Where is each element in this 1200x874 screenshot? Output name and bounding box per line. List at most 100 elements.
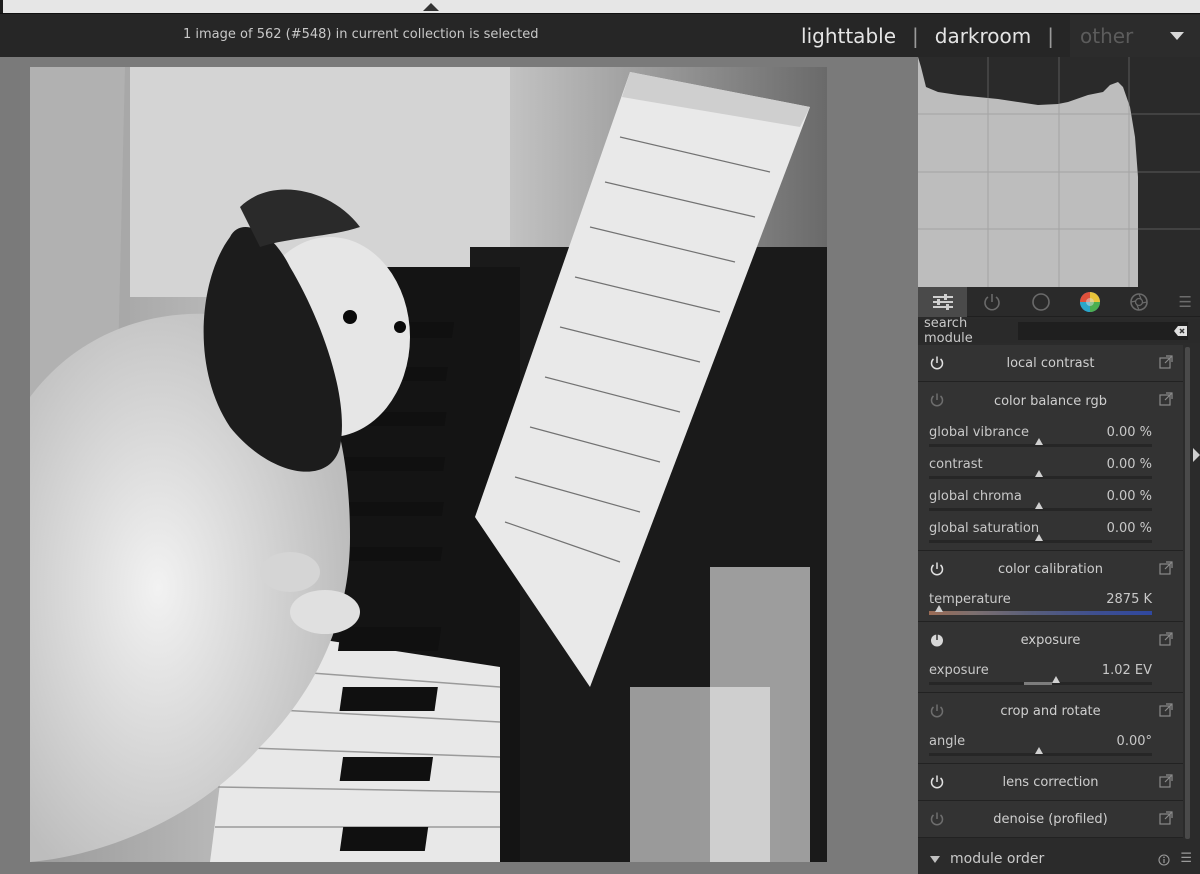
slider-global-saturation[interactable]: global saturation 0.00 %	[918, 516, 1183, 550]
module-search: search module	[918, 316, 1200, 346]
module-name: color balance rgb	[993, 393, 1108, 409]
tab-base-modules[interactable]	[1016, 287, 1065, 317]
slider-global-vibrance[interactable]: global vibrance 0.00 %	[918, 420, 1183, 452]
power-icon[interactable]	[929, 355, 945, 371]
slider-label: global vibrance	[929, 425, 1030, 440]
photo-dog-at-piano[interactable]	[30, 67, 827, 862]
histogram[interactable]	[918, 57, 1200, 287]
slider-value: 2875 K	[1106, 592, 1152, 607]
module-order-section[interactable]: module order ☰	[918, 844, 1200, 874]
right-panel: ☰ search module local contrast color bal…	[918, 57, 1200, 874]
tab-enabled-modules[interactable]	[967, 287, 1016, 317]
external-link-icon[interactable]	[1159, 811, 1173, 825]
slider-label: contrast	[929, 457, 983, 472]
module-header[interactable]: crop and rotate	[918, 693, 1183, 729]
slider-label: angle	[929, 734, 966, 749]
expand-triangle-icon	[930, 855, 940, 863]
sliders-icon	[932, 293, 953, 310]
slider-contrast[interactable]: contrast 0.00 %	[918, 452, 1183, 484]
search-input[interactable]	[1018, 322, 1188, 340]
power-icon[interactable]	[929, 561, 945, 577]
slider-fill	[1024, 682, 1052, 685]
temperature-gradient-track[interactable]	[929, 611, 1152, 615]
search-label: search module	[924, 316, 973, 346]
header-bar: 1 image of 562 (#548) in current collect…	[0, 13, 1200, 57]
collapse-top-panel-arrow-icon[interactable]	[423, 3, 439, 11]
module-name: local contrast	[1006, 355, 1095, 371]
module-name: denoise (profiled)	[993, 811, 1108, 827]
tab-active-modules[interactable]	[918, 286, 967, 317]
slider-label: global chroma	[929, 489, 1022, 504]
slider-global-chroma[interactable]: global chroma 0.00 %	[918, 484, 1183, 516]
external-link-icon[interactable]	[1159, 632, 1173, 646]
external-link-icon[interactable]	[1159, 774, 1173, 788]
power-icon[interactable]	[929, 811, 945, 827]
slider-value: 0.00 %	[1106, 521, 1152, 536]
module-order-label: module order	[950, 851, 1045, 867]
view-other-dropdown[interactable]: other	[1070, 15, 1200, 57]
module-name: exposure	[1020, 632, 1081, 648]
view-other-label: other	[1080, 24, 1134, 48]
chevron-down-icon	[1170, 32, 1184, 40]
slider-marker[interactable]	[1035, 438, 1043, 445]
module-color-calibration: color calibration temperature 2875 K	[918, 551, 1183, 622]
module-denoise-profiled: denoise (profiled)	[918, 801, 1183, 838]
module-name: crop and rotate	[1000, 703, 1101, 719]
slider-exposure[interactable]: exposure 1.02 EV	[918, 658, 1183, 692]
circle-icon	[1031, 292, 1050, 311]
power-icon[interactable]	[929, 774, 945, 790]
color-wheel-icon	[1079, 291, 1100, 312]
module-crop-and-rotate: crop and rotate angle 0.00°	[918, 693, 1183, 764]
module-color-balance-rgb: color balance rgb global vibrance 0.00 %…	[918, 382, 1183, 551]
slider-marker[interactable]	[1035, 470, 1043, 477]
view-darkroom[interactable]: darkroom	[935, 24, 1032, 48]
module-header[interactable]: denoise (profiled)	[918, 801, 1183, 837]
tab-effect-modules[interactable]	[1114, 287, 1163, 317]
slider-value: 0.00°	[1116, 734, 1152, 749]
power-icon	[983, 293, 1000, 310]
module-name: lens correction	[1002, 774, 1099, 790]
image-center-view[interactable]	[0, 57, 918, 874]
slider-value: 0.00 %	[1106, 425, 1152, 440]
view-separator: |	[1047, 24, 1054, 48]
photo-image	[30, 67, 827, 862]
slider-marker[interactable]	[1035, 502, 1043, 509]
external-link-icon[interactable]	[1159, 703, 1173, 717]
external-link-icon[interactable]	[1159, 355, 1173, 369]
module-header[interactable]: color calibration	[918, 551, 1183, 587]
aperture-icon	[1129, 292, 1148, 311]
power-icon[interactable]	[929, 392, 945, 408]
view-lighttable[interactable]: lighttable	[801, 24, 896, 48]
power-icon[interactable]	[929, 632, 945, 648]
hamburger-menu-icon[interactable]: ☰	[1180, 851, 1192, 866]
slider-value: 0.00 %	[1106, 457, 1152, 472]
slider-label: global saturation	[929, 521, 1040, 536]
module-list-scrollbar[interactable]	[1185, 347, 1190, 839]
clear-search-icon[interactable]	[1174, 325, 1188, 337]
hamburger-menu-icon[interactable]: ☰	[1179, 293, 1192, 311]
power-icon[interactable]	[929, 703, 945, 719]
slider-marker[interactable]	[1035, 747, 1043, 754]
view-separator: |	[912, 24, 919, 48]
strip-edge	[0, 0, 3, 13]
module-group-tabs: ☰	[918, 286, 1200, 317]
module-local-contrast: local contrast	[918, 345, 1183, 382]
module-header[interactable]: exposure	[918, 622, 1183, 658]
info-icon[interactable]	[1158, 854, 1170, 866]
external-link-icon[interactable]	[1159, 392, 1173, 406]
module-lens-correction: lens correction	[918, 764, 1183, 801]
slider-angle[interactable]: angle 0.00°	[918, 729, 1183, 763]
module-exposure: exposure exposure 1.02 EV	[918, 622, 1183, 693]
slider-marker[interactable]	[1035, 534, 1043, 541]
slider-marker[interactable]	[1052, 676, 1060, 683]
slider-marker[interactable]	[935, 605, 943, 612]
external-link-icon[interactable]	[1159, 561, 1173, 575]
histogram-graph	[918, 57, 1200, 287]
slider-temperature[interactable]: temperature 2875 K	[918, 587, 1183, 621]
module-header[interactable]: local contrast	[918, 345, 1183, 381]
top-panel-toggle-strip[interactable]	[0, 0, 1200, 13]
module-header[interactable]: lens correction	[918, 764, 1183, 800]
tab-color-modules[interactable]	[1065, 287, 1114, 317]
collapse-right-panel-arrow-icon[interactable]	[1193, 448, 1200, 462]
module-header[interactable]: color balance rgb	[918, 382, 1183, 420]
